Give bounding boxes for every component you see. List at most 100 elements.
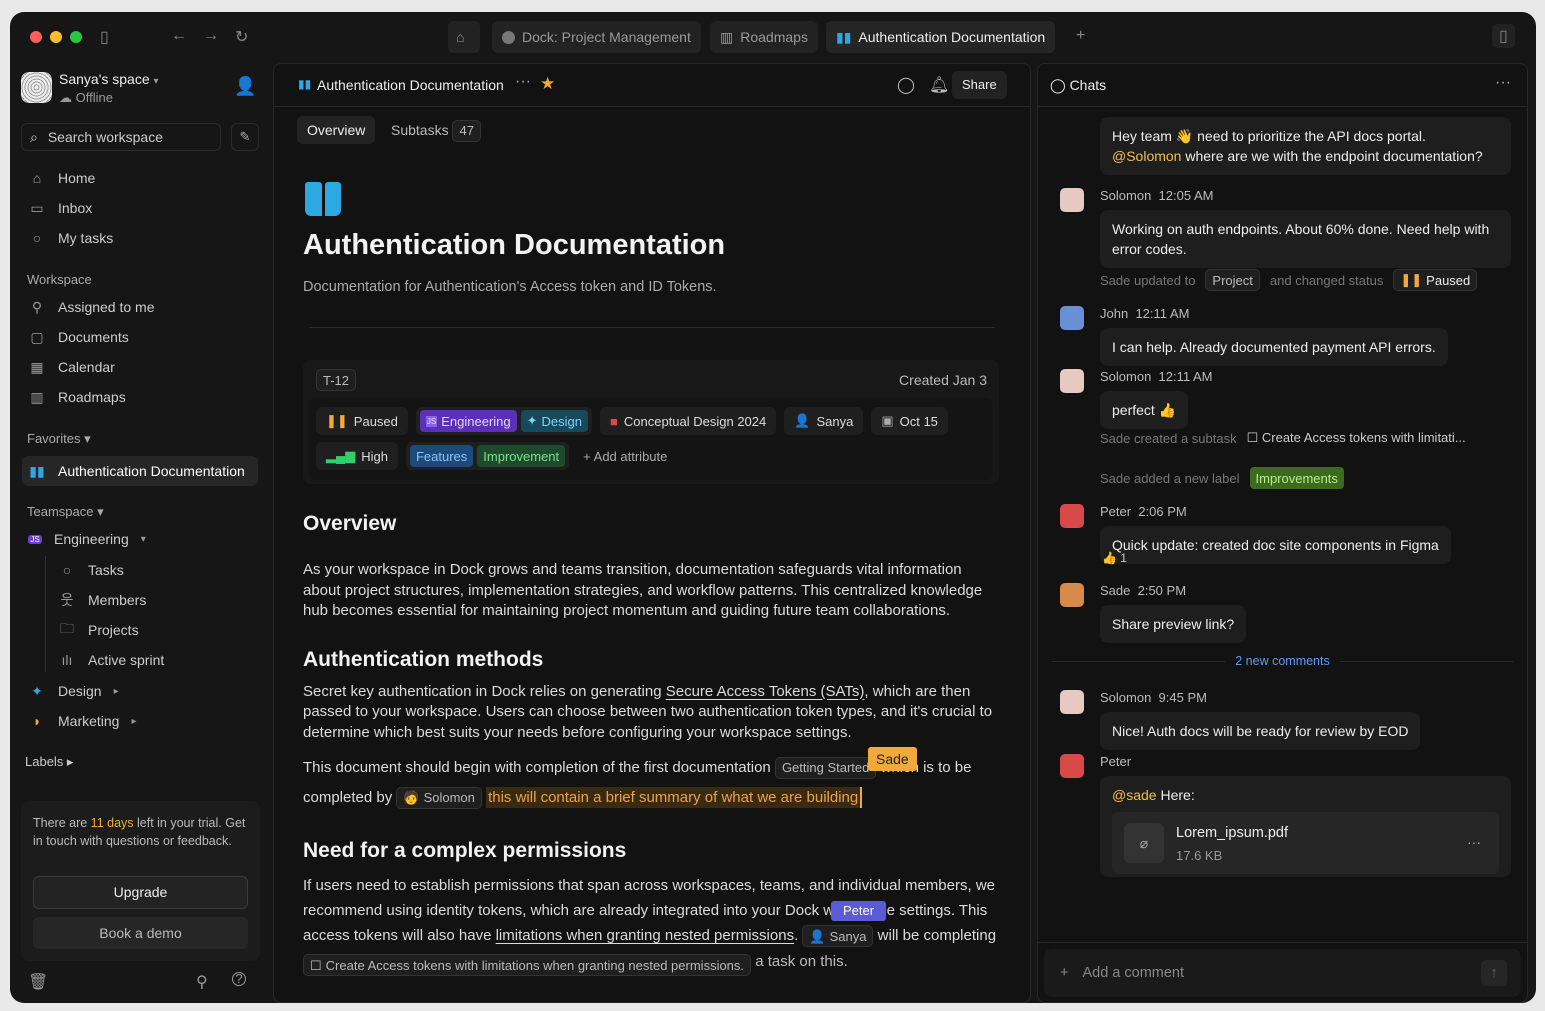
maximize-window-button[interactable] — [70, 31, 82, 43]
home-icon: ⌂ — [456, 29, 465, 45]
cursor-label-peter: Peter — [831, 901, 887, 921]
sidebar-item-active-sprint[interactable]: ılı Active sprint — [52, 646, 258, 674]
sidebar-item-auth-doc[interactable]: ▮▮ Authentication Documentation — [22, 456, 258, 486]
avatar — [1060, 690, 1084, 714]
invite-user-icon[interactable]: ⚲ — [196, 972, 208, 992]
labels-heading[interactable]: Labels ▸ — [25, 754, 73, 770]
sidebar-item-roadmaps[interactable]: ▥ Roadmaps — [22, 383, 258, 411]
tab-overview[interactable]: Overview — [297, 116, 376, 144]
sidebar-item-engineering[interactable]: JS Engineering ▾ — [22, 525, 258, 553]
more-options-icon[interactable]: ··· — [1495, 74, 1511, 92]
right-panel-toggle-icon[interactable]: ▯ — [1492, 24, 1515, 48]
book-demo-button[interactable]: Book a demo — [33, 917, 248, 949]
js-icon: JS — [28, 534, 42, 544]
comment-input[interactable]: + Add a comment ↑ — [1044, 949, 1521, 997]
favorites-heading[interactable]: Favorites ▾ — [27, 431, 91, 447]
sidebar-item-tasks[interactable]: ○ Tasks — [52, 556, 258, 584]
sidebar-item-projects[interactable]: 🗀 Projects — [52, 616, 258, 644]
sidebar-item-assigned[interactable]: ⚲ Assigned to me — [22, 293, 258, 321]
search-input[interactable]: ⌕ Search workspace — [21, 123, 221, 151]
sidebar-item-marketing[interactable]: ◗ Marketing ▸ — [22, 707, 258, 735]
comment-icon[interactable]: ◯ — [897, 75, 915, 95]
file-attachment[interactable]: ⌀ Lorem_ipsum.pdf 17.6 KB ··· — [1112, 812, 1499, 874]
document-panel: ▮▮ Authentication Documentation ··· ★ ◯ … — [273, 63, 1031, 1003]
assignee-pill[interactable]: 👤 Sanya — [784, 407, 864, 435]
sidebar-item-design[interactable]: ✦ Design ▸ — [22, 677, 258, 705]
teamspace-heading[interactable]: Teamspace ▾ — [27, 504, 104, 520]
upgrade-button[interactable]: Upgrade — [33, 876, 248, 909]
home-icon: ⌂ — [32, 170, 42, 186]
labels-pill[interactable]: Features Improvement — [405, 442, 570, 470]
overview-paragraph: As your workspace in Dock grows and team… — [303, 561, 983, 619]
teams-pill[interactable]: JS Engineering ✦ Design — [415, 407, 592, 435]
signal-bars-icon: ▂▄▆ — [326, 448, 356, 463]
back-icon[interactable]: ← — [171, 27, 187, 45]
add-attribute-button[interactable]: + Add attribute — [583, 449, 667, 464]
page-subtitle: Documentation for Authentication's Acces… — [303, 279, 717, 295]
new-tab-button[interactable]: + — [1076, 27, 1085, 45]
nested-permissions-link[interactable]: limitations when granting nested permiss… — [496, 927, 794, 944]
trash-icon[interactable]: 🗑 — [28, 972, 48, 992]
tab-authentication-documentation[interactable]: ▮▮ Authentication Documentation — [826, 21, 1056, 53]
sidebar-item-members[interactable]: 웃 Members — [52, 586, 258, 614]
sprint-icon: ılı — [61, 652, 73, 668]
user-icon: ⚲ — [31, 298, 43, 315]
avatar — [1060, 504, 1084, 528]
title-bar: ▯ ← → ↻ ⌂ Dock: Project Management ▥ Road… — [10, 12, 1536, 62]
sats-link[interactable]: Secure Access Tokens (SATs) — [666, 683, 865, 700]
app-window: ▯ ← → ↻ ⌂ Dock: Project Management ▥ Road… — [10, 12, 1536, 1003]
send-button[interactable]: ↑ — [1481, 960, 1507, 986]
book-icon: ▮▮ — [298, 77, 312, 91]
project-pill[interactable]: ■ Conceptual Design 2024 — [600, 407, 777, 435]
doc-mention-chip[interactable]: Getting Started — [774, 757, 877, 780]
profile-icon[interactable]: 👤 — [234, 76, 256, 97]
workspace-avatar — [21, 72, 52, 103]
connection-status: ☁ Offline — [59, 90, 113, 105]
minimize-window-button[interactable] — [50, 31, 62, 43]
user-mention-chip[interactable]: 🧑 Solomon — [396, 787, 482, 810]
pause-icon: ❚❚ — [326, 413, 348, 428]
sidebar-item-inbox[interactable]: ▭ Inbox — [22, 194, 258, 222]
tab-roadmaps[interactable]: ▥ Roadmaps — [710, 21, 818, 53]
project-icon: ■ — [610, 413, 618, 429]
sidebar-item-documents[interactable]: ▢ Documents — [22, 323, 258, 351]
sidebar: Sanya's space ▾ ☁ Offline 👤 ⌕ Search work… — [10, 62, 272, 1003]
sidebar-item-my-tasks[interactable]: ○ My tasks — [22, 224, 258, 252]
more-options-icon[interactable]: ··· — [515, 73, 531, 91]
status-pill[interactable]: ❚❚ Paused — [316, 407, 408, 435]
calendar-icon: ▣ — [881, 413, 894, 428]
circle-icon: ○ — [62, 562, 72, 578]
chats-title: ◯ Chats — [1050, 77, 1107, 93]
user-mention-chip[interactable]: 👤 Sanya — [802, 925, 874, 948]
close-window-button[interactable] — [30, 31, 42, 43]
sidebar-item-home[interactable]: ⌂ Home — [22, 164, 258, 192]
star-icon[interactable]: ★ — [540, 74, 555, 94]
share-button[interactable]: Share — [952, 71, 1007, 99]
bell-icon[interactable]: 🔔︎ — [929, 75, 949, 95]
task-mention-chip[interactable]: ☐ Create Access tokens with limitations … — [303, 954, 752, 976]
forward-icon[interactable]: → — [203, 27, 219, 45]
chat-panel: ◯ Chats ··· Hey team 👋 need to prioritiz… — [1037, 63, 1528, 1003]
home-tab[interactable]: ⌂ — [448, 21, 480, 53]
tab-subtasks[interactable]: Subtasks 47 — [391, 116, 481, 144]
sidebar-item-calendar[interactable]: ▦ Calendar — [22, 353, 258, 381]
document-body: Overview As your workspace in Dock grows… — [303, 512, 1003, 976]
reaction-badge[interactable]: 👍 1 — [1102, 551, 1127, 565]
due-date-pill[interactable]: ▣ Oct 15 — [871, 407, 948, 435]
auth-heading: Authentication methods — [303, 647, 544, 671]
help-icon[interactable]: ? — [232, 972, 246, 986]
compose-button[interactable]: ✎ — [231, 123, 259, 151]
priority-pill[interactable]: ▂▄▆ High — [316, 442, 398, 470]
sidebar-toggle-icon[interactable]: ▯ — [100, 27, 109, 47]
auth-paragraph: Secret key authentication in Dock relies… — [303, 682, 993, 741]
more-options-icon[interactable]: ··· — [1467, 832, 1481, 852]
refresh-icon[interactable]: ↻ — [235, 27, 248, 47]
task-id-badge: T-12 — [316, 369, 357, 391]
tab-dock[interactable]: Dock: Project Management — [492, 21, 701, 53]
workspace-heading: Workspace — [27, 272, 92, 287]
workspace-switcher[interactable]: Sanya's space ▾ — [59, 71, 159, 87]
activity-label: Sade added a new label Improvements — [1100, 467, 1344, 489]
circle-icon: ○ — [32, 230, 42, 246]
avatar — [1060, 188, 1084, 212]
overview-heading: Overview — [303, 512, 397, 535]
